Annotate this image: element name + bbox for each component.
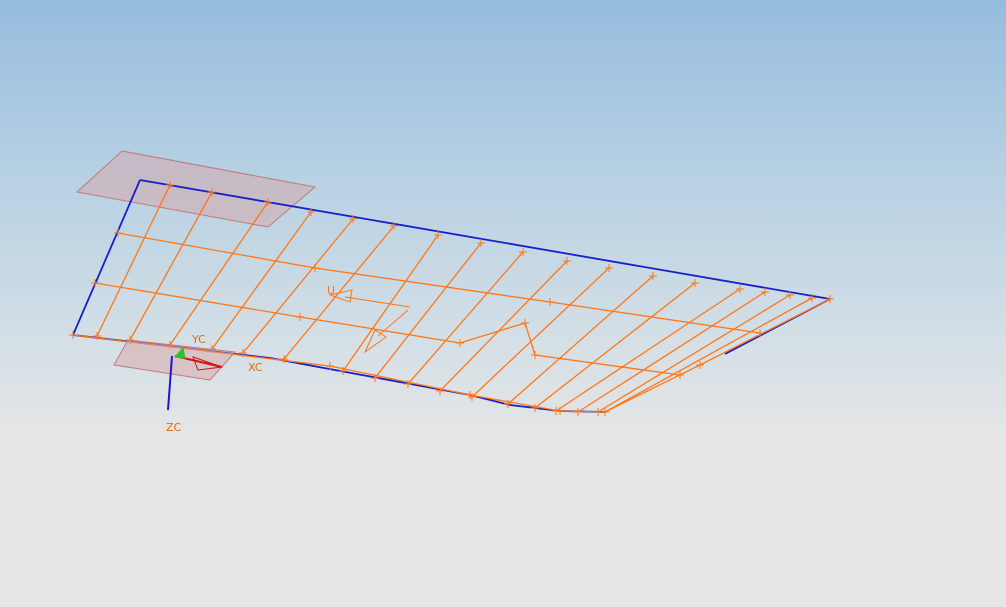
z-axis-label: ZC [166, 421, 182, 434]
v-direction-head [363, 329, 387, 354]
grid-col [96, 184, 171, 337]
datum-plane-lower[interactable] [113, 339, 237, 381]
direction-vectors[interactable]: U [327, 284, 411, 354]
boundary-top-edge [139, 179, 831, 300]
model-scene[interactable]: U XC YC ZC [0, 0, 1006, 607]
u-direction-arrow [344, 296, 411, 308]
grid-tick-marks [69, 181, 834, 416]
graphics-viewport[interactable]: U XC YC ZC [0, 0, 1006, 607]
u-direction-label: U [327, 284, 335, 297]
boundary-left-edge [72, 179, 141, 336]
grid-col [342, 234, 439, 372]
x-axis-label: XC [248, 361, 263, 374]
grid-col [169, 201, 269, 346]
grid-row [117, 232, 761, 334]
grid-col [242, 218, 354, 354]
grid-col [534, 282, 696, 409]
grid-col [129, 191, 213, 341]
boundary-curves[interactable] [72, 179, 831, 413]
grid-col [211, 211, 312, 350]
surface-grid[interactable] [72, 184, 831, 413]
grid-col [597, 294, 791, 413]
y-axis-label: YC [191, 333, 206, 346]
grid-col [374, 242, 482, 379]
